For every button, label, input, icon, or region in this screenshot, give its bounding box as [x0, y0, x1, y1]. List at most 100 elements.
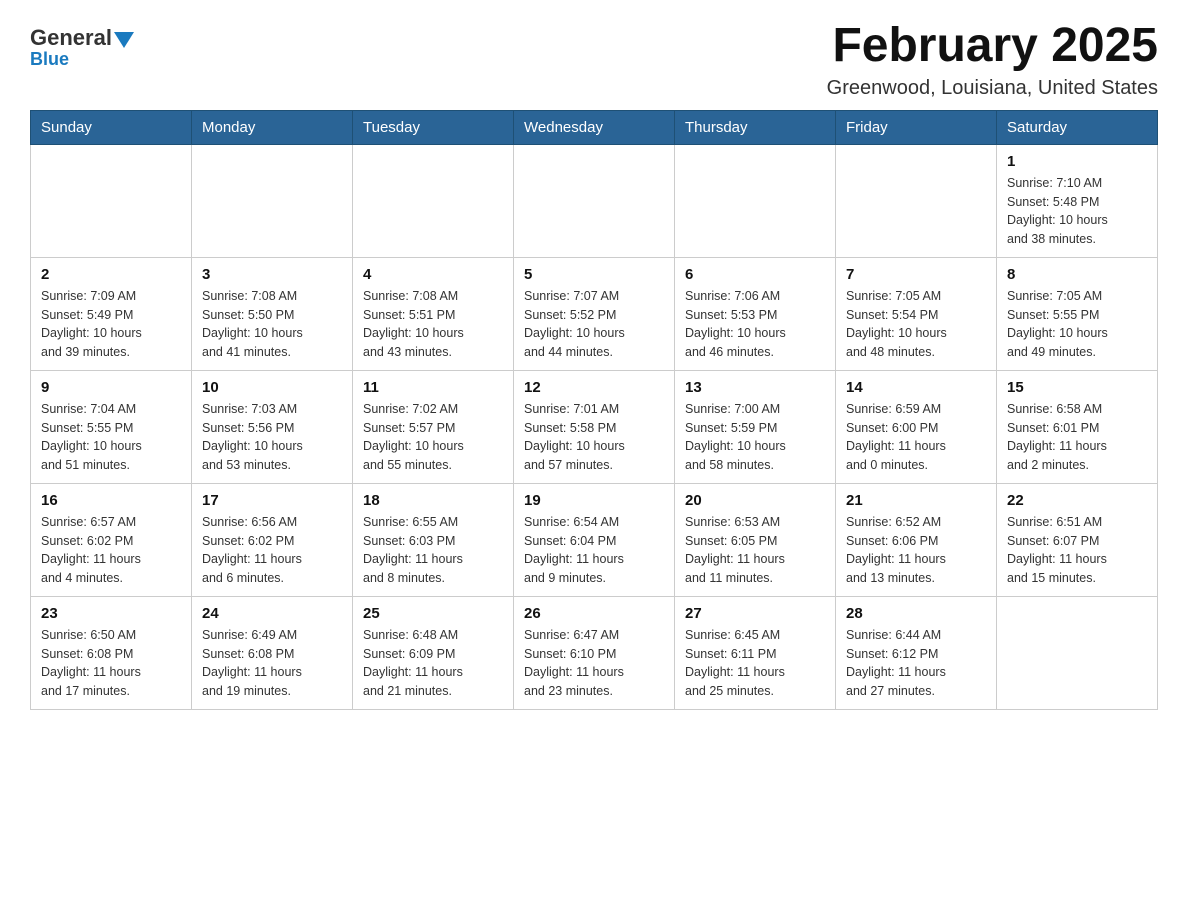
day-info: Sunrise: 7:00 AMSunset: 5:59 PMDaylight:…: [685, 400, 825, 475]
day-number: 20: [685, 492, 825, 509]
calendar-cell: 10Sunrise: 7:03 AMSunset: 5:56 PMDayligh…: [192, 370, 353, 483]
day-number: 7: [846, 266, 986, 283]
week-row-1: 1 Sunrise: 7:10 AMSunset: 5:48 PMDaylight…: [31, 144, 1158, 257]
week-row-2: 2 Sunrise: 7:09 AMSunset: 5:49 PMDaylight…: [31, 257, 1158, 370]
day-number: 15: [1007, 379, 1147, 396]
day-number: 13: [685, 379, 825, 396]
day-number: 25: [363, 605, 503, 622]
calendar-cell: 14 Sunrise: 6:59 AMSunset: 6:00 PMDayligh…: [836, 370, 997, 483]
day-number: 27: [685, 605, 825, 622]
calendar-cell: 15 Sunrise: 6:58 AMSunset: 6:01 PMDayligh…: [997, 370, 1158, 483]
weekday-header-row: SundayMondayTuesdayWednesdayThursdayFrid…: [31, 110, 1158, 144]
weekday-header-sunday: Sunday: [31, 110, 192, 144]
day-info: Sunrise: 7:08 AMSunset: 5:51 PMDaylight:…: [363, 287, 503, 362]
day-info: Sunrise: 6:55 AMSunset: 6:03 PMDaylight:…: [363, 513, 503, 588]
day-info: Sunrise: 7:03 AMSunset: 5:56 PMDaylight:…: [202, 400, 342, 475]
day-info: Sunrise: 6:48 AMSunset: 6:09 PMDaylight:…: [363, 626, 503, 701]
calendar-cell: 20 Sunrise: 6:53 AMSunset: 6:05 PMDayligh…: [675, 483, 836, 596]
day-info: Sunrise: 6:53 AMSunset: 6:05 PMDaylight:…: [685, 513, 825, 588]
day-number: 11: [363, 379, 503, 396]
day-number: 12: [524, 379, 664, 396]
week-row-3: 9 Sunrise: 7:04 AMSunset: 5:55 PMDaylight…: [31, 370, 1158, 483]
calendar-cell: 3Sunrise: 7:08 AMSunset: 5:50 PMDaylight…: [192, 257, 353, 370]
logo: General Blue: [30, 20, 134, 70]
day-info: Sunrise: 7:05 AMSunset: 5:55 PMDaylight:…: [1007, 287, 1147, 362]
calendar-cell: [31, 144, 192, 257]
calendar-cell: 5 Sunrise: 7:07 AMSunset: 5:52 PMDaylight…: [514, 257, 675, 370]
day-info: Sunrise: 7:04 AMSunset: 5:55 PMDaylight:…: [41, 400, 181, 475]
calendar-cell: 13 Sunrise: 7:00 AMSunset: 5:59 PMDayligh…: [675, 370, 836, 483]
calendar-cell: 18 Sunrise: 6:55 AMSunset: 6:03 PMDayligh…: [353, 483, 514, 596]
calendar-cell: 25 Sunrise: 6:48 AMSunset: 6:09 PMDayligh…: [353, 596, 514, 709]
calendar-table: SundayMondayTuesdayWednesdayThursdayFrid…: [30, 110, 1158, 710]
calendar-cell: 11 Sunrise: 7:02 AMSunset: 5:57 PMDayligh…: [353, 370, 514, 483]
day-info: Sunrise: 7:01 AMSunset: 5:58 PMDaylight:…: [524, 400, 664, 475]
calendar-cell: [514, 144, 675, 257]
day-info: Sunrise: 7:09 AMSunset: 5:49 PMDaylight:…: [41, 287, 181, 362]
calendar-cell: [353, 144, 514, 257]
calendar-cell: 17 Sunrise: 6:56 AMSunset: 6:02 PMDayligh…: [192, 483, 353, 596]
calendar-cell: [997, 596, 1158, 709]
calendar-cell: [675, 144, 836, 257]
calendar-cell: 4 Sunrise: 7:08 AMSunset: 5:51 PMDaylight…: [353, 257, 514, 370]
calendar-cell: 21 Sunrise: 6:52 AMSunset: 6:06 PMDayligh…: [836, 483, 997, 596]
day-info: Sunrise: 7:02 AMSunset: 5:57 PMDaylight:…: [363, 400, 503, 475]
day-number: 4: [363, 266, 503, 283]
day-info: Sunrise: 6:54 AMSunset: 6:04 PMDaylight:…: [524, 513, 664, 588]
calendar-cell: 9 Sunrise: 7:04 AMSunset: 5:55 PMDaylight…: [31, 370, 192, 483]
calendar-cell: 12 Sunrise: 7:01 AMSunset: 5:58 PMDayligh…: [514, 370, 675, 483]
weekday-header-saturday: Saturday: [997, 110, 1158, 144]
calendar-cell: 6 Sunrise: 7:06 AMSunset: 5:53 PMDaylight…: [675, 257, 836, 370]
calendar-cell: 19 Sunrise: 6:54 AMSunset: 6:04 PMDayligh…: [514, 483, 675, 596]
day-number: 6: [685, 266, 825, 283]
day-number: 23: [41, 605, 181, 622]
calendar-cell: 2 Sunrise: 7:09 AMSunset: 5:49 PMDaylight…: [31, 257, 192, 370]
page-header: General Blue February 2025 Greenwood, Lo…: [30, 20, 1158, 100]
day-info: Sunrise: 6:50 AMSunset: 6:08 PMDaylight:…: [41, 626, 181, 701]
day-number: 5: [524, 266, 664, 283]
calendar-cell: 28 Sunrise: 6:44 AMSunset: 6:12 PMDayligh…: [836, 596, 997, 709]
calendar-cell: [192, 144, 353, 257]
week-row-5: 23 Sunrise: 6:50 AMSunset: 6:08 PMDayligh…: [31, 596, 1158, 709]
day-number: 17: [202, 492, 342, 509]
calendar-cell: 8 Sunrise: 7:05 AMSunset: 5:55 PMDaylight…: [997, 257, 1158, 370]
day-info: Sunrise: 7:06 AMSunset: 5:53 PMDaylight:…: [685, 287, 825, 362]
day-info: Sunrise: 7:10 AMSunset: 5:48 PMDaylight:…: [1007, 174, 1147, 249]
day-info: Sunrise: 7:08 AMSunset: 5:50 PMDaylight:…: [202, 287, 342, 362]
day-number: 1: [1007, 153, 1147, 170]
day-info: Sunrise: 6:57 AMSunset: 6:02 PMDaylight:…: [41, 513, 181, 588]
day-number: 26: [524, 605, 664, 622]
day-number: 9: [41, 379, 181, 396]
day-number: 8: [1007, 266, 1147, 283]
calendar-cell: 23 Sunrise: 6:50 AMSunset: 6:08 PMDayligh…: [31, 596, 192, 709]
calendar-cell: 24Sunrise: 6:49 AMSunset: 6:08 PMDayligh…: [192, 596, 353, 709]
week-row-4: 16 Sunrise: 6:57 AMSunset: 6:02 PMDayligh…: [31, 483, 1158, 596]
logo-triangle-icon: [114, 32, 134, 48]
day-number: 19: [524, 492, 664, 509]
calendar-cell: 7Sunrise: 7:05 AMSunset: 5:54 PMDaylight…: [836, 257, 997, 370]
day-info: Sunrise: 6:59 AMSunset: 6:00 PMDaylight:…: [846, 400, 986, 475]
day-number: 21: [846, 492, 986, 509]
weekday-header-monday: Monday: [192, 110, 353, 144]
weekday-header-tuesday: Tuesday: [353, 110, 514, 144]
day-info: Sunrise: 6:58 AMSunset: 6:01 PMDaylight:…: [1007, 400, 1147, 475]
day-info: Sunrise: 6:52 AMSunset: 6:06 PMDaylight:…: [846, 513, 986, 588]
day-number: 16: [41, 492, 181, 509]
day-info: Sunrise: 6:44 AMSunset: 6:12 PMDaylight:…: [846, 626, 986, 701]
day-info: Sunrise: 6:56 AMSunset: 6:02 PMDaylight:…: [202, 513, 342, 588]
title-block: February 2025 Greenwood, Louisiana, Unit…: [827, 20, 1158, 100]
weekday-header-wednesday: Wednesday: [514, 110, 675, 144]
logo-general: General: [30, 25, 112, 51]
day-info: Sunrise: 6:45 AMSunset: 6:11 PMDaylight:…: [685, 626, 825, 701]
day-number: 2: [41, 266, 181, 283]
day-info: Sunrise: 6:51 AMSunset: 6:07 PMDaylight:…: [1007, 513, 1147, 588]
calendar-cell: 27 Sunrise: 6:45 AMSunset: 6:11 PMDayligh…: [675, 596, 836, 709]
day-info: Sunrise: 6:47 AMSunset: 6:10 PMDaylight:…: [524, 626, 664, 701]
weekday-header-thursday: Thursday: [675, 110, 836, 144]
day-number: 28: [846, 605, 986, 622]
day-number: 18: [363, 492, 503, 509]
day-number: 14: [846, 379, 986, 396]
day-info: Sunrise: 7:07 AMSunset: 5:52 PMDaylight:…: [524, 287, 664, 362]
day-number: 22: [1007, 492, 1147, 509]
day-info: Sunrise: 6:49 AMSunset: 6:08 PMDaylight:…: [202, 626, 342, 701]
